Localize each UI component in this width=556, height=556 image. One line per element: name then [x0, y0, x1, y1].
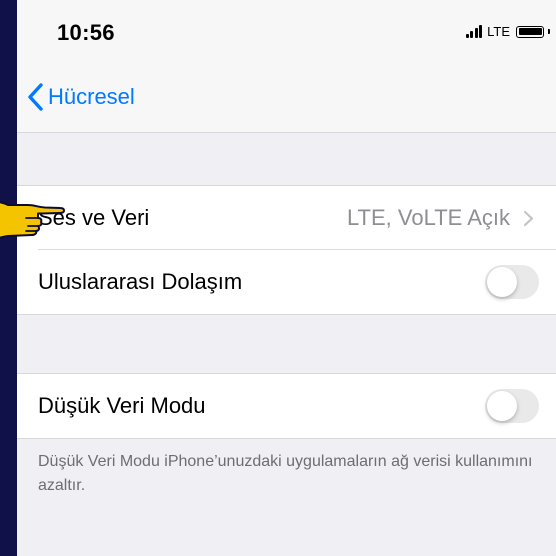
status-indicators: LTE	[465, 24, 550, 39]
back-label: Hücresel	[48, 84, 135, 109]
chevron-right-icon	[523, 210, 534, 227]
roaming-toggle[interactable]	[485, 265, 539, 299]
settings-screen: 10:56 LTE Hücresel Ses ve Veri LTE, VoLT…	[17, 0, 556, 556]
back-button[interactable]: Hücresel	[27, 82, 135, 112]
network-type: LTE	[487, 24, 510, 39]
chevron-left-icon	[28, 83, 43, 111]
status-time: 10:56	[57, 20, 115, 45]
roaming-label: Uluslararası Dolaşım	[38, 269, 243, 294]
low-data-mode-toggle[interactable]	[485, 389, 539, 423]
low-data-mode-label: Düşük Veri Modu	[38, 393, 206, 418]
voice-and-data-row[interactable]: Ses ve Veri LTE, VoLTE Açık	[17, 186, 556, 250]
toggle-knob	[487, 267, 517, 297]
roaming-row: Uluslararası Dolaşım	[17, 250, 556, 314]
battery-icon	[516, 25, 544, 38]
toggle-knob	[487, 391, 517, 421]
voice-and-data-value: LTE, VoLTE Açık	[346, 205, 510, 230]
signal-icon	[465, 25, 483, 38]
screenshot-frame: 10:56 LTE Hücresel Ses ve Veri LTE, VoLT…	[0, 0, 556, 556]
low-data-mode-footer: Düşük Veri Modu iPhone’unuzdaki uygulama…	[38, 453, 533, 494]
low-data-group: Düşük Veri Modu	[17, 373, 556, 439]
low-data-mode-row: Düşük Veri Modu	[17, 374, 556, 438]
battery-tip	[548, 29, 550, 34]
voice-data-group: Ses ve Veri LTE, VoLTE Açık Uluslararası…	[17, 185, 556, 315]
navigation-bar: 10:56 LTE Hücresel	[17, 0, 556, 133]
pointing-hand-icon	[0, 201, 65, 239]
